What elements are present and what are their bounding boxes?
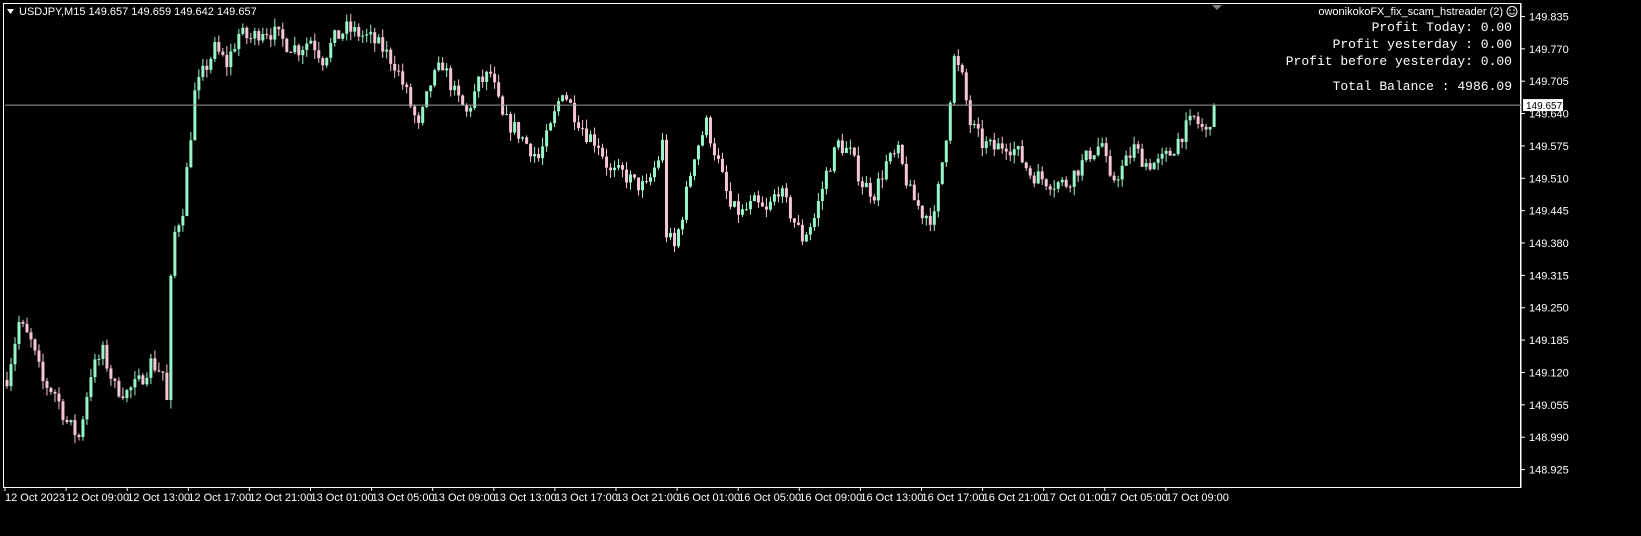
candle [676, 227, 680, 249]
candle [169, 274, 173, 409]
time-tick-label: 13 Oct 09:00 [433, 492, 496, 504]
profit-before-yesterday-text: Profit before yesterday: 0.00 [1286, 54, 1512, 69]
price-tick-label: 149.315 [1529, 270, 1569, 282]
candle [337, 30, 341, 39]
candle [173, 225, 177, 279]
price-tick-label: 149.380 [1529, 238, 1569, 250]
candle [421, 105, 425, 126]
price-tick-label: 149.770 [1529, 44, 1569, 56]
time-tick-label: 12 Oct 2023 [5, 492, 65, 504]
time-tick-label: 13 Oct 13:00 [494, 492, 557, 504]
time-tick-label: 13 Oct 05:00 [372, 492, 435, 504]
time-tick-label: 16 Oct 05:00 [738, 492, 801, 504]
price-tick-label: 148.925 [1529, 465, 1569, 477]
candle [788, 195, 792, 223]
candle [1212, 103, 1216, 128]
total-balance-text: Total Balance : 4986.09 [1333, 79, 1512, 94]
candle [708, 115, 712, 148]
expert-advisor-name: owonikokoFX_fix_scam_hstreader (2) [1318, 6, 1503, 18]
candle [964, 68, 968, 106]
candle [704, 115, 708, 138]
symbol-header: USDJPY,M15 149.657 149.659 149.642 149.6… [19, 6, 257, 18]
candle [948, 100, 952, 144]
price-tick-label: 149.185 [1529, 335, 1569, 347]
price-tick-label: 149.640 [1529, 109, 1569, 121]
chart-window: USDJPY,M15 149.657 149.659 149.642 149.6… [0, 0, 1641, 536]
candle [684, 180, 688, 224]
candle [425, 91, 429, 109]
candle [952, 53, 956, 105]
time-tick-label: 12 Oct 17:00 [188, 492, 251, 504]
time-tick-label: 16 Oct 01:00 [677, 492, 740, 504]
candle [193, 82, 197, 141]
price-tick-label: 149.445 [1529, 206, 1569, 218]
price-tick-label: 149.510 [1529, 173, 1569, 185]
price-tick-label: 149.705 [1529, 76, 1569, 88]
candle [732, 200, 736, 208]
profit-today-text: Profit Today: 0.00 [1372, 20, 1512, 35]
price-tick-label: 149.575 [1529, 141, 1569, 153]
candle [665, 134, 669, 243]
candle [433, 68, 437, 88]
time-tick-label: 13 Oct 21:00 [616, 492, 679, 504]
price-tick-label: 149.250 [1529, 303, 1569, 315]
time-tick-label: 16 Oct 13:00 [860, 492, 923, 504]
candle [832, 146, 836, 174]
time-tick-label: 17 Oct 09:00 [1166, 492, 1229, 504]
time-tick-label: 16 Oct 09:00 [799, 492, 862, 504]
candle [409, 83, 413, 109]
price-tick-label: 149.120 [1529, 367, 1569, 379]
time-tick-label: 17 Oct 01:00 [1044, 492, 1107, 504]
time-tick-label: 13 Oct 01:00 [311, 492, 374, 504]
time-tick-label: 12 Oct 09:00 [66, 492, 129, 504]
candle [1152, 161, 1156, 170]
time-tick-label: 12 Oct 21:00 [249, 492, 312, 504]
candle [900, 144, 904, 166]
price-tick-label: 149.835 [1529, 11, 1569, 23]
candle [461, 94, 465, 106]
profit-yesterday-text: Profit yesterday : 0.00 [1333, 37, 1512, 52]
time-tick-label: 16 Oct 21:00 [983, 492, 1046, 504]
candle [285, 37, 289, 53]
price-tick-label: 149.055 [1529, 400, 1569, 412]
candle [185, 162, 189, 217]
candle [940, 162, 944, 186]
time-tick-label: 12 Oct 13:00 [127, 492, 190, 504]
price-axis: 149.835 149.770 149.705 149.640 149.575 149.5… [1521, 11, 1569, 477]
time-tick-label: 16 Oct 17:00 [922, 492, 985, 504]
price-tick-label: 148.990 [1529, 432, 1569, 444]
time-tick-label: 17 Oct 05:00 [1105, 492, 1168, 504]
candle [561, 94, 565, 102]
time-tick-label: 13 Oct 17:00 [555, 492, 618, 504]
